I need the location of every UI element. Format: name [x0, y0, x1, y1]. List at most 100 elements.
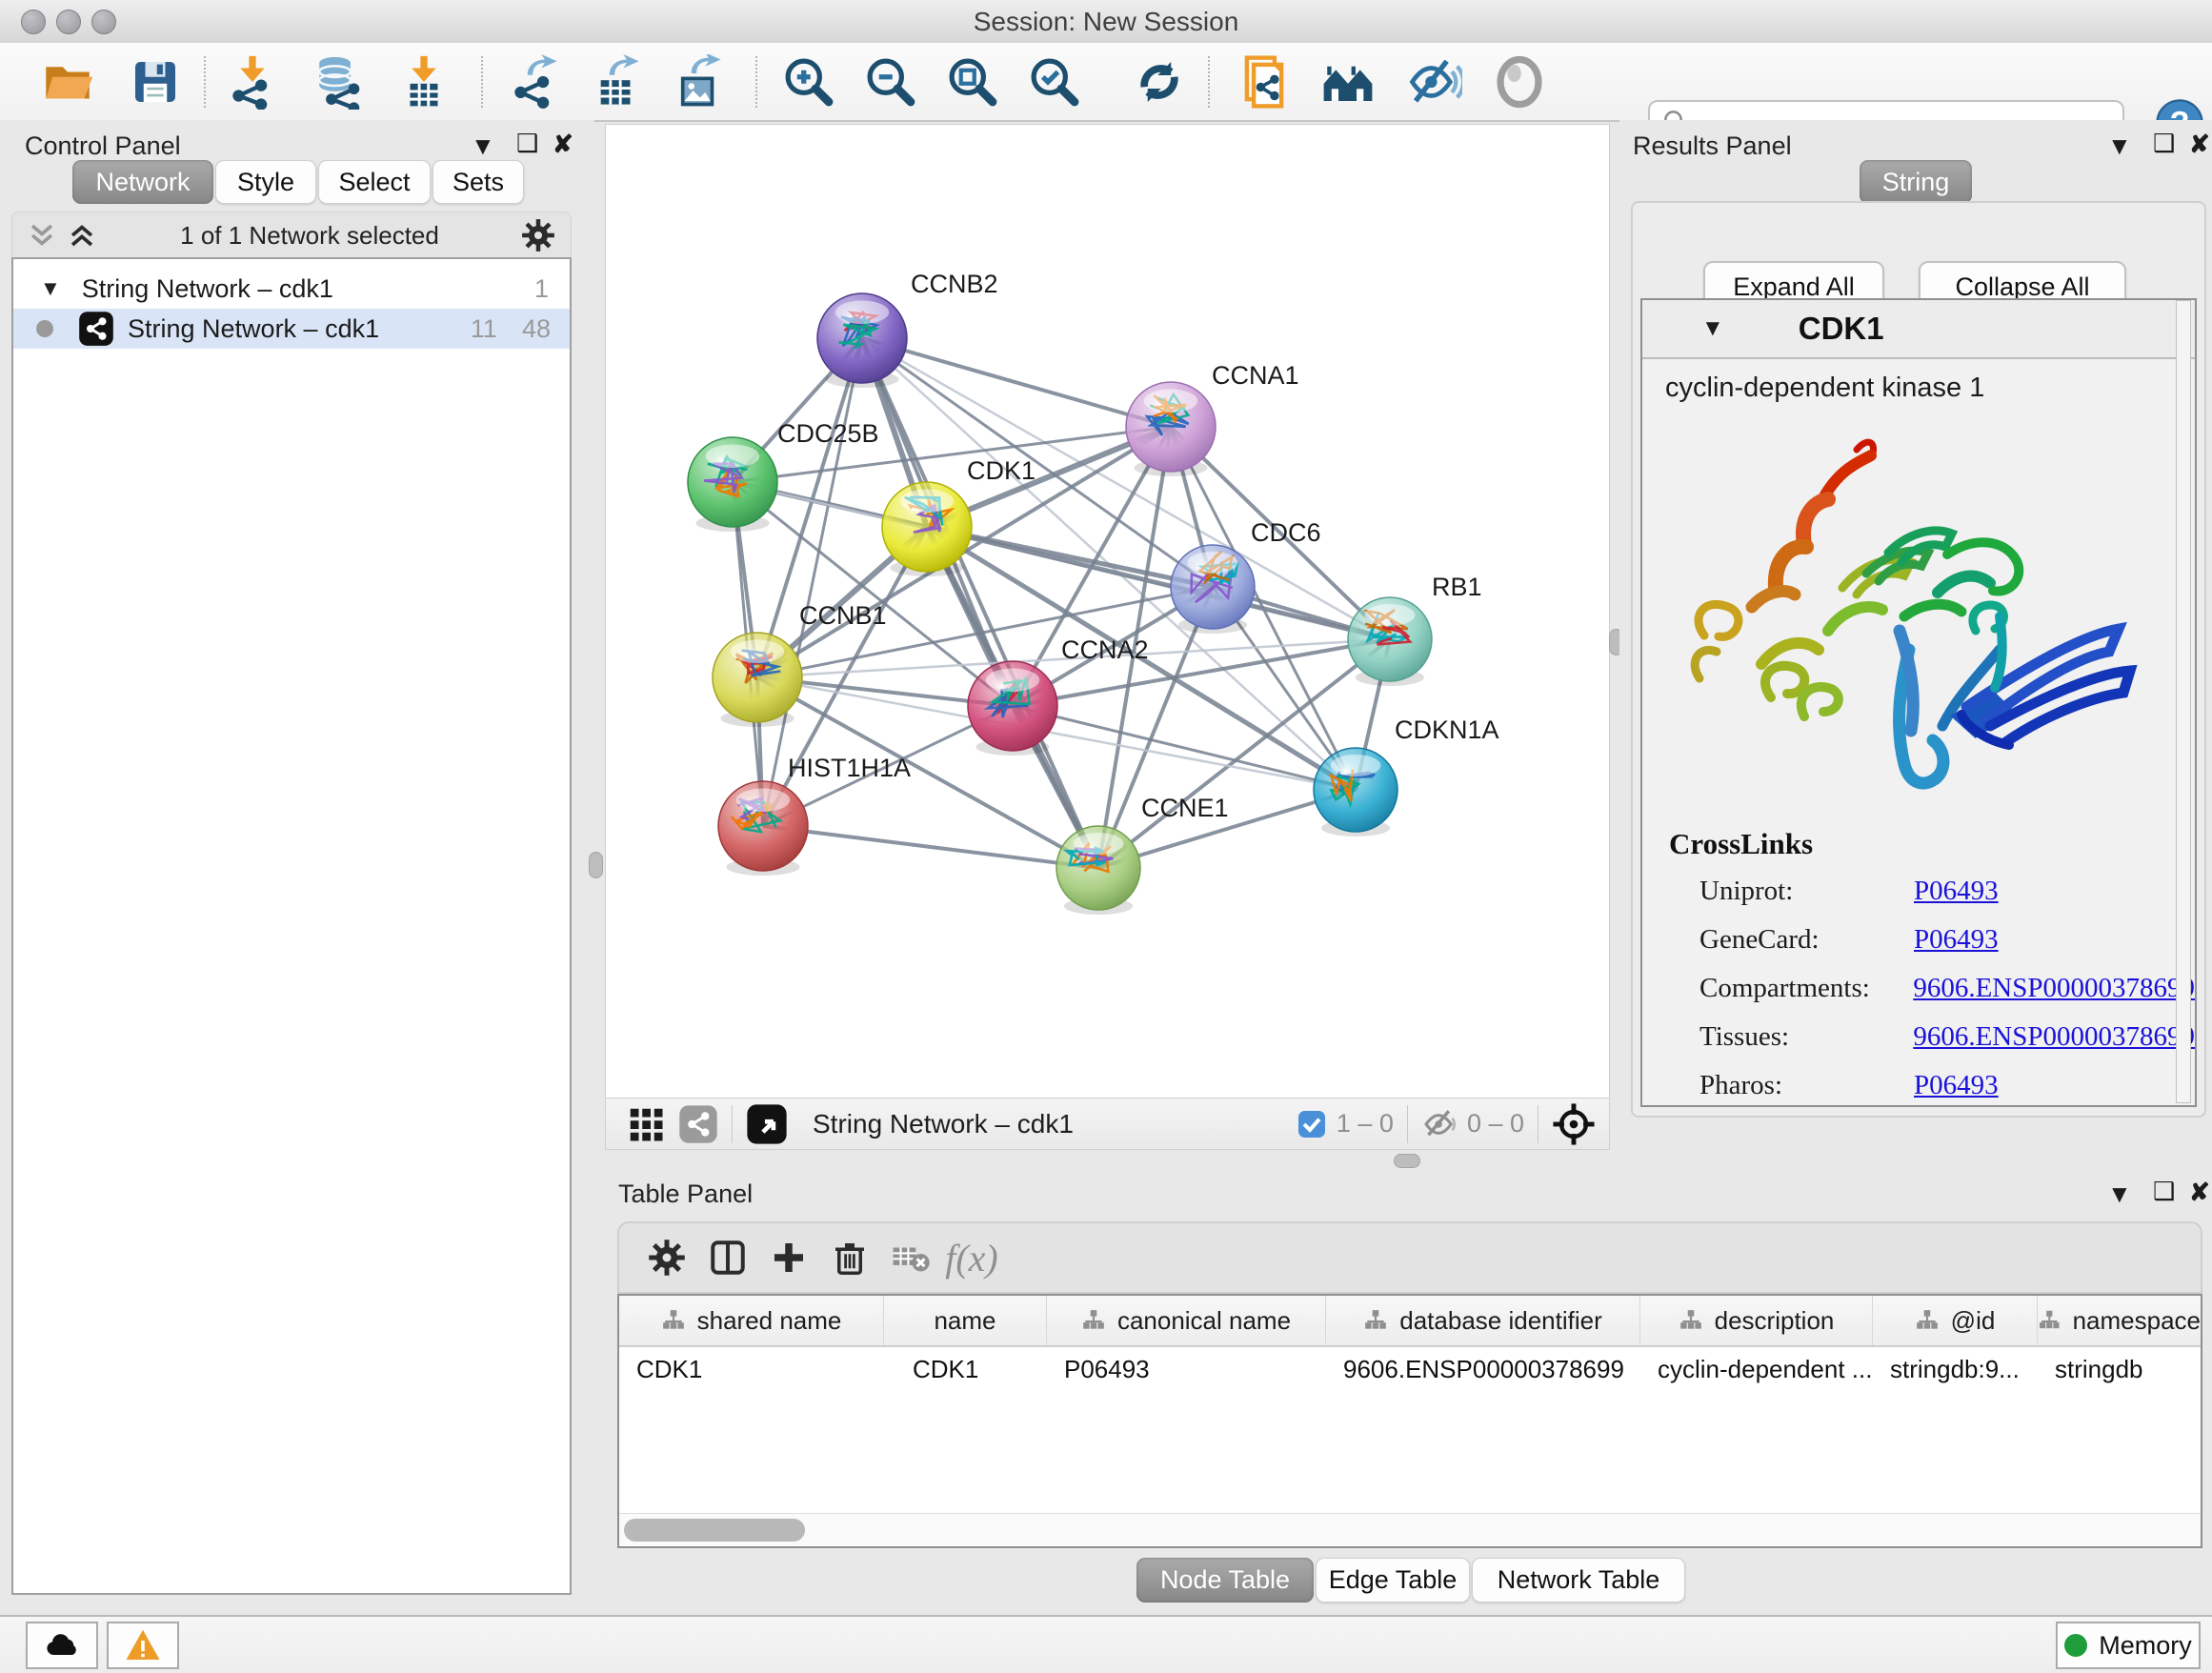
panel-collapse-icon[interactable]: ▼: [471, 131, 495, 161]
horizontal-splitter-handle[interactable]: [1394, 1154, 1420, 1168]
hide-graphics-details-button[interactable]: [1407, 54, 1462, 110]
network-node-CCNB1[interactable]: CCNB1: [713, 601, 887, 727]
network-node-CDK1[interactable]: CDK1: [882, 456, 1036, 576]
tab-node-table[interactable]: Node Table: [1136, 1558, 1314, 1602]
tab-network-table[interactable]: Network Table: [1472, 1558, 1685, 1602]
tab-edge-table[interactable]: Edge Table: [1316, 1558, 1470, 1602]
panel-float-icon[interactable]: ❑: [2153, 1177, 2175, 1206]
network-node-RB1[interactable]: RB1: [1348, 573, 1482, 686]
birdseye-crosshair-icon[interactable]: [1552, 1102, 1596, 1146]
function-builder-button[interactable]: f(x): [941, 1229, 1002, 1286]
collapse-section-icon[interactable]: ▼: [1701, 315, 1724, 342]
import-network-database-button[interactable]: [312, 54, 368, 110]
network-row-selected[interactable]: String Network – cdk1 11 48: [13, 309, 570, 349]
toolbar-separator: [204, 56, 206, 108]
network-node-CCNA1[interactable]: CCNA1: [1126, 361, 1299, 476]
network-node-CDKN1A[interactable]: CDKN1A: [1314, 716, 1499, 836]
network-graph[interactable]: CCNB2 CCNA1 CDC25B CDK1 CDC6 R: [606, 125, 1609, 1099]
create-column-button[interactable]: [758, 1229, 819, 1286]
crosslink-link[interactable]: P06493: [1914, 876, 1999, 907]
network-edge[interactable]: [862, 338, 1171, 427]
table-settings-button[interactable]: [636, 1229, 697, 1286]
column-header-shared-name[interactable]: shared name: [619, 1296, 884, 1345]
export-image-button[interactable]: [671, 54, 726, 110]
crosslink-link[interactable]: 9606.ENSP00000378699: [1913, 1021, 2195, 1053]
cell-canonical-name[interactable]: P06493: [1047, 1347, 1326, 1391]
tab-style[interactable]: Style: [215, 160, 316, 204]
share-view-icon[interactable]: [678, 1104, 718, 1144]
toolbar-separator: [1208, 56, 1210, 108]
table-hscrollbar-track[interactable]: [619, 1513, 2201, 1546]
open-session-button[interactable]: [40, 54, 95, 110]
import-table-file-button[interactable]: [396, 54, 452, 110]
tab-select[interactable]: Select: [318, 160, 431, 204]
table-hscrollbar-thumb[interactable]: [624, 1519, 805, 1542]
node-table[interactable]: shared name name canonical name database…: [617, 1294, 2202, 1548]
open-in-browser-button[interactable]: [1237, 54, 1292, 110]
grid-view-icon[interactable]: [627, 1105, 665, 1143]
tab-network[interactable]: Network: [72, 160, 213, 204]
export-table-button[interactable]: [589, 54, 644, 110]
warning-status-button[interactable]: [107, 1622, 179, 1669]
crosslink-link[interactable]: P06493: [1914, 1070, 1999, 1101]
cell-description[interactable]: cyclin-dependent ...: [1640, 1347, 1873, 1391]
network-canvas[interactable]: CCNB2 CCNA1 CDC25B CDK1 CDC6 R: [605, 124, 1610, 1099]
expand-all-icon[interactable]: [66, 219, 98, 252]
save-session-button[interactable]: [128, 54, 183, 110]
column-header-namespace[interactable]: namespace: [2038, 1296, 2201, 1345]
selected-checkbox-icon[interactable]: [1297, 1109, 1327, 1139]
collapse-all-icon[interactable]: [26, 219, 58, 252]
crosslink-link[interactable]: 9606.ENSP00000378699: [1913, 973, 2195, 1004]
crosslink-row: Compartments: 9606.ENSP00000378699: [1699, 964, 2195, 1013]
delete-column-button[interactable]: [819, 1229, 880, 1286]
column-header-canonical-name[interactable]: canonical name: [1047, 1296, 1326, 1345]
network-collection-row[interactable]: ▼ String Network – cdk1 1: [13, 269, 570, 309]
tab-sets[interactable]: Sets: [432, 160, 524, 204]
column-header-name[interactable]: name: [884, 1296, 1047, 1345]
zoom-out-button[interactable]: [863, 54, 918, 110]
zoom-selected-button[interactable]: [1027, 54, 1082, 110]
zoom-fit-button[interactable]: [945, 54, 1000, 110]
panel-close-icon[interactable]: ✘: [2189, 130, 2210, 159]
network-edge[interactable]: [763, 826, 1098, 868]
vertical-splitter-handle[interactable]: [589, 852, 603, 878]
export-network-button[interactable]: [507, 54, 562, 110]
cell-shared-name[interactable]: CDK1: [619, 1347, 884, 1391]
cell-database-identifier[interactable]: 9606.ENSP00000378699: [1326, 1347, 1640, 1391]
results-scrollbar[interactable]: [2176, 300, 2191, 1103]
cell-id[interactable]: stringdb:9...: [1873, 1347, 2038, 1391]
show-columns-button[interactable]: [697, 1229, 758, 1286]
column-header-description[interactable]: description: [1640, 1296, 1873, 1345]
zoom-in-button[interactable]: [781, 54, 836, 110]
panel-collapse-icon[interactable]: ▼: [2107, 131, 2132, 161]
reset-view-button[interactable]: [1320, 54, 1376, 110]
memory-status-button[interactable]: Memory: [2056, 1622, 2201, 1669]
tab-string[interactable]: String: [1860, 160, 1972, 204]
toggle-bird-eye-button[interactable]: [1492, 54, 1547, 110]
panel-close-icon[interactable]: ✘: [553, 130, 573, 159]
gear-icon[interactable]: [521, 218, 555, 252]
cloud-status-button[interactable]: [26, 1622, 98, 1669]
network-edge[interactable]: [862, 338, 1098, 868]
column-header-database-identifier[interactable]: database identifier: [1326, 1296, 1640, 1345]
hidden-eye-icon[interactable]: [1421, 1105, 1459, 1143]
crosslink-row: GeneCard: P06493: [1699, 916, 2195, 964]
refresh-button[interactable]: [1132, 54, 1187, 110]
cell-name[interactable]: CDK1: [884, 1347, 1047, 1391]
table-row[interactable]: CDK1 CDK1 P06493 9606.ENSP00000378699 cy…: [619, 1347, 2201, 1391]
panel-close-icon[interactable]: ✘: [2189, 1178, 2210, 1207]
detach-view-icon[interactable]: [746, 1103, 788, 1145]
shared-column-icon: [1679, 1308, 1703, 1333]
panel-float-icon[interactable]: ❑: [516, 129, 538, 158]
panel-float-icon[interactable]: ❑: [2153, 129, 2175, 158]
network-node-HIST1H1A[interactable]: HIST1H1A: [718, 754, 911, 876]
cell-namespace[interactable]: stringdb: [2038, 1347, 2201, 1391]
tab-label: Sets: [452, 168, 504, 197]
import-network-file-button[interactable]: [225, 54, 280, 110]
panel-collapse-icon[interactable]: ▼: [2107, 1179, 2132, 1209]
column-header-id[interactable]: @id: [1873, 1296, 2038, 1345]
delete-table-button[interactable]: [880, 1229, 941, 1286]
tree-expander-icon[interactable]: ▼: [40, 276, 61, 301]
crosslink-link[interactable]: P06493: [1914, 924, 1999, 956]
gene-header[interactable]: ▼ CDK1: [1642, 300, 2195, 359]
